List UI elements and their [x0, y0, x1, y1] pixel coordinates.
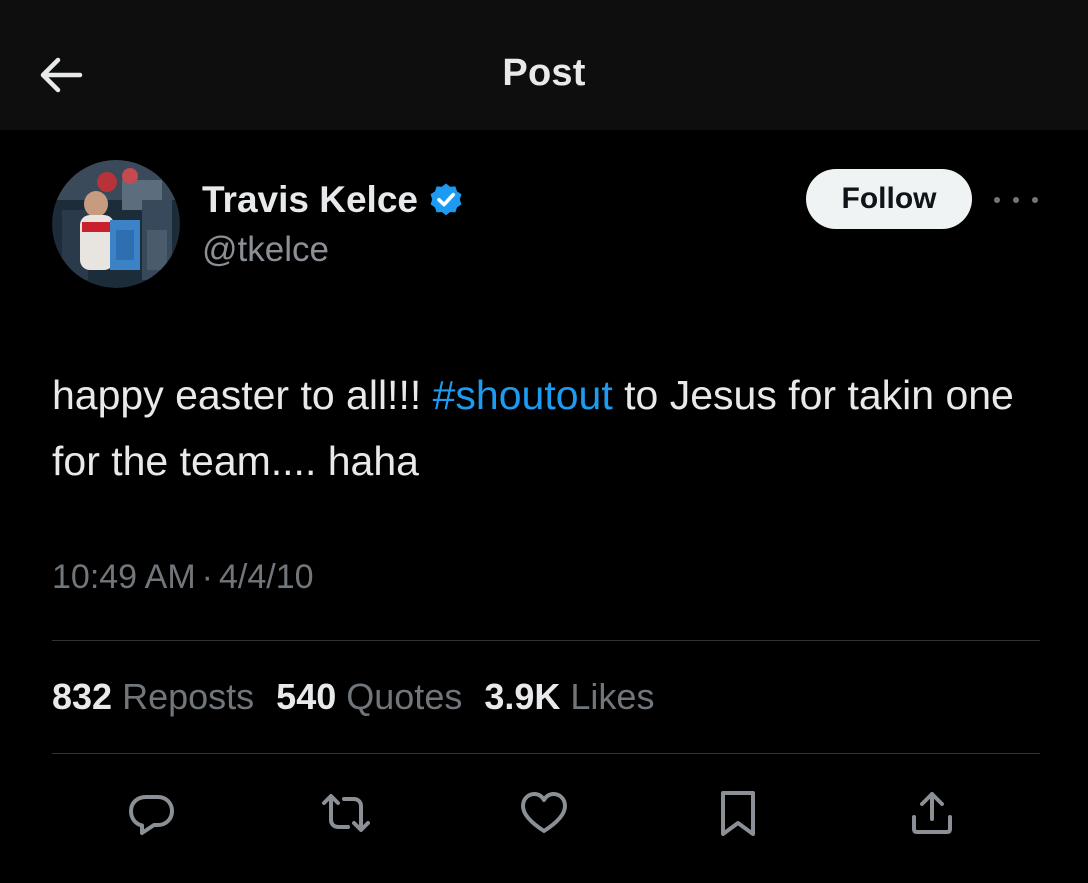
divider	[52, 753, 1040, 754]
post-text-before: happy easter to all!!!	[52, 372, 433, 418]
likes-stat[interactable]: 3.9K Likes	[484, 676, 654, 718]
post-timestamp[interactable]: 10:49 AM · 4/4/10	[52, 558, 314, 597]
avatar-photo	[52, 160, 180, 288]
reposts-stat[interactable]: 832 Reposts	[52, 676, 254, 718]
bookmark-icon	[721, 791, 755, 836]
repost-button[interactable]	[318, 785, 374, 841]
quotes-stat[interactable]: 540 Quotes	[276, 676, 462, 718]
top-app-bar: Post	[0, 0, 1088, 130]
post-text: happy easter to all!!! #shoutout to Jesu…	[52, 362, 1042, 494]
action-bar	[0, 785, 1088, 845]
bookmark-button[interactable]	[710, 785, 766, 841]
divider	[52, 640, 1040, 641]
reposts-label: Reposts	[122, 676, 255, 717]
repost-icon	[322, 794, 370, 832]
more-dot-icon	[1032, 197, 1038, 203]
share-button[interactable]	[904, 785, 960, 841]
meta-separator: ·	[201, 558, 213, 596]
likes-count: 3.9K	[484, 676, 561, 717]
page-title: Post	[502, 52, 586, 94]
heart-icon	[521, 792, 567, 833]
likes-label: Likes	[570, 676, 655, 717]
verified-badge-icon	[430, 183, 462, 216]
reposts-count: 832	[52, 676, 113, 717]
reply-icon	[129, 795, 174, 835]
share-icon	[912, 792, 952, 834]
quotes-count: 540	[276, 676, 337, 717]
reply-button[interactable]	[124, 785, 180, 841]
name-row: Travis Kelce	[202, 176, 464, 224]
like-button[interactable]	[516, 785, 572, 841]
author-info: Travis Kelce @tkelce	[202, 176, 464, 270]
post-date: 4/4/10	[218, 558, 314, 596]
avatar[interactable]	[52, 160, 180, 288]
user-handle[interactable]: @tkelce	[202, 230, 464, 270]
post-time: 10:49 AM	[52, 558, 196, 596]
display-name[interactable]: Travis Kelce	[202, 179, 418, 221]
follow-button[interactable]: Follow	[806, 169, 972, 229]
more-options-button[interactable]	[994, 186, 1038, 214]
hashtag-link[interactable]: #shoutout	[433, 372, 613, 418]
more-dot-icon	[994, 197, 1000, 203]
engagement-stats: 832 Reposts 540 Quotes 3.9K Likes	[52, 676, 676, 718]
more-dot-icon	[1013, 197, 1019, 203]
quotes-label: Quotes	[346, 676, 463, 717]
